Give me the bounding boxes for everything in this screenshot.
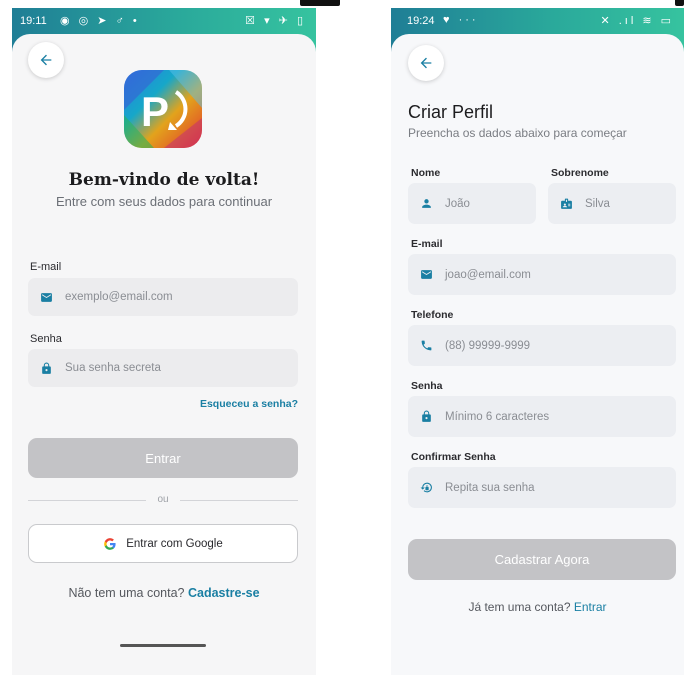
id-badge-icon: [559, 197, 573, 211]
password-input[interactable]: Mínimo 6 caracteres: [408, 396, 676, 437]
phone-placeholder: (88) 99999-9999: [445, 339, 531, 352]
lock-reset-icon: [419, 481, 433, 495]
divider-line-right: [180, 500, 298, 501]
email-placeholder: joao@email.com: [445, 268, 531, 281]
confirm-password-input[interactable]: Repita sua senha: [408, 467, 676, 508]
back-button[interactable]: [28, 42, 64, 78]
login-screen: 19:11 ◉ ◎ ➤ ♂ • ☒ ▾ ✈ ▯ P Bem-vindo de v…: [12, 8, 316, 675]
svg-text:P: P: [141, 88, 169, 135]
first-name-label: Nome: [411, 167, 441, 179]
top-strip: [0, 0, 684, 8]
phone-icon: [419, 339, 433, 353]
no-account-text: Não tem uma conta?: [68, 586, 185, 600]
google-login-button[interactable]: Entrar com Google: [28, 524, 298, 563]
last-name-input[interactable]: Silva: [548, 183, 676, 224]
password-placeholder: Sua senha secreta: [65, 362, 161, 374]
register-screen: 19:24 ♥ ··· ✕ .ıl ≋ ▭ Criar Perfil Preen…: [391, 8, 684, 675]
signup-link[interactable]: Cadastre-se: [188, 586, 260, 600]
confirm-password-label: Confirmar Senha: [411, 451, 496, 463]
page-subtitle: Entre com seus dados para continuar: [55, 194, 273, 209]
first-name-placeholder: João: [445, 197, 470, 210]
login-prompt: Já tem uma conta? Entrar: [391, 600, 684, 614]
password-input[interactable]: Sua senha secreta: [28, 349, 298, 387]
page-subtitle: Preencha os dados abaixo para começar: [408, 126, 627, 140]
password-label: Senha: [411, 380, 443, 392]
login-button[interactable]: Entrar: [28, 438, 298, 478]
phone-label: Telefone: [411, 309, 454, 321]
email-input[interactable]: joao@email.com: [408, 254, 676, 295]
confirm-password-placeholder: Repita sua senha: [445, 481, 535, 494]
person-icon: [419, 197, 433, 211]
notification-icons: ♥ ···: [443, 14, 479, 26]
email-placeholder: exemplo@email.com: [65, 291, 173, 303]
forgot-password-link[interactable]: Esqueceu a senha?: [200, 398, 298, 410]
cropped-header-mark-right: [675, 0, 684, 6]
back-arrow-icon: [40, 54, 52, 66]
last-name-placeholder: Silva: [585, 197, 610, 210]
home-indicator: [120, 644, 206, 647]
password-label: Senha: [30, 333, 62, 345]
email-label: E-mail: [411, 238, 443, 250]
phone-input[interactable]: (88) 99999-9999: [408, 325, 676, 366]
app-logo: P: [124, 70, 202, 148]
status-time: 19:24: [407, 15, 435, 27]
register-button[interactable]: Cadastrar Agora: [408, 539, 676, 580]
email-input[interactable]: exemplo@email.com: [28, 278, 298, 316]
notification-icons: ◉ ◎ ➤ ♂ •: [60, 15, 140, 27]
google-button-label: Entrar com Google: [126, 537, 223, 550]
email-label: E-mail: [30, 261, 62, 273]
signup-prompt: Não tem uma conta? Cadastre-se: [12, 586, 316, 600]
last-name-label: Sobrenome: [551, 167, 609, 179]
password-placeholder: Mínimo 6 caracteres: [445, 410, 550, 423]
cropped-header-mark: [300, 0, 340, 6]
or-divider: ou: [28, 494, 298, 506]
mail-icon: [419, 268, 433, 282]
status-time: 19:11: [20, 15, 47, 27]
google-icon: [104, 537, 116, 550]
system-icons: ☒ ▾ ✈ ▯: [245, 15, 306, 27]
page-title: Criar Perfil: [408, 102, 494, 122]
lock-icon: [39, 361, 53, 375]
page-title: Bem-vindo de volta!: [68, 170, 260, 190]
login-link[interactable]: Entrar: [574, 600, 607, 614]
system-icons: ✕ .ıl ≋ ▭: [600, 15, 674, 27]
back-button[interactable]: [408, 45, 444, 81]
has-account-text: Já tem uma conta?: [468, 600, 571, 614]
first-name-input[interactable]: João: [408, 183, 536, 224]
lock-icon: [419, 410, 433, 424]
back-arrow-icon: [420, 57, 432, 69]
mail-icon: [39, 290, 53, 304]
